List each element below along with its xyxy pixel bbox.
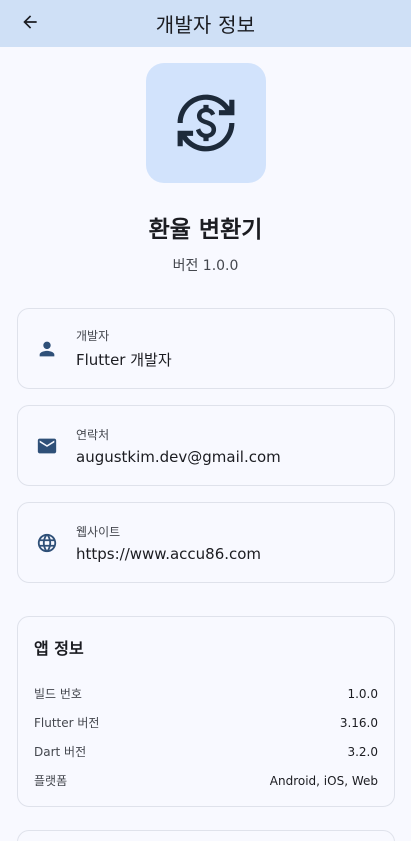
developer-card[interactable]: 개발자 Flutter 개발자 (17, 308, 395, 389)
info-value: 3.16.0 (339, 715, 378, 730)
back-button[interactable] (18, 10, 42, 34)
contact-card[interactable]: 연락처 augustkim.dev@gmail.com (17, 405, 395, 486)
info-row-dart: Dart 버전 3.2.0 (34, 737, 378, 766)
contact-value: augustkim.dev@gmail.com (76, 447, 281, 466)
website-value: https://www.accu86.com (76, 544, 262, 563)
app-info-title: 앱 정보 (34, 639, 84, 658)
info-row-flutter: Flutter 버전 3.16.0 (34, 708, 378, 737)
website-card[interactable]: 웹사이트 https://www.accu86.com (17, 502, 395, 583)
currency-exchange-icon (177, 94, 235, 152)
globe-icon (37, 533, 57, 552)
info-key: 플랫폼 (34, 774, 68, 788)
app-version: 버전 1.0.0 (172, 258, 239, 274)
info-key: 빌드 번호 (34, 687, 82, 701)
next-card (17, 830, 395, 841)
person-icon (39, 341, 55, 356)
info-key: Flutter 버전 (34, 716, 100, 730)
info-value: 3.2.0 (347, 744, 378, 759)
app-bar: 개발자 정보 (0, 0, 411, 47)
developer-label: 개발자 (76, 329, 110, 343)
arrow-back-icon (23, 15, 37, 29)
app-info-card: 앱 정보 빌드 번호 1.0.0 Flutter 버전 3.16.0 Dart … (17, 616, 395, 807)
info-row-build: 빌드 번호 1.0.0 (34, 679, 378, 708)
contact-label: 연락처 (76, 427, 110, 442)
info-row-platform: 플랫폼 Android, iOS, Web (34, 766, 378, 795)
app-logo (146, 63, 266, 183)
page-title: 개발자 정보 (155, 13, 256, 37)
app-name: 환율 변환기 (148, 217, 263, 243)
developer-value: Flutter 개발자 (76, 351, 172, 369)
email-icon (37, 438, 57, 453)
website-label: 웹사이트 (76, 524, 121, 539)
info-value: 1.0.0 (347, 686, 378, 701)
info-value: Android, iOS, Web (269, 773, 378, 788)
info-key: Dart 버전 (34, 745, 87, 759)
